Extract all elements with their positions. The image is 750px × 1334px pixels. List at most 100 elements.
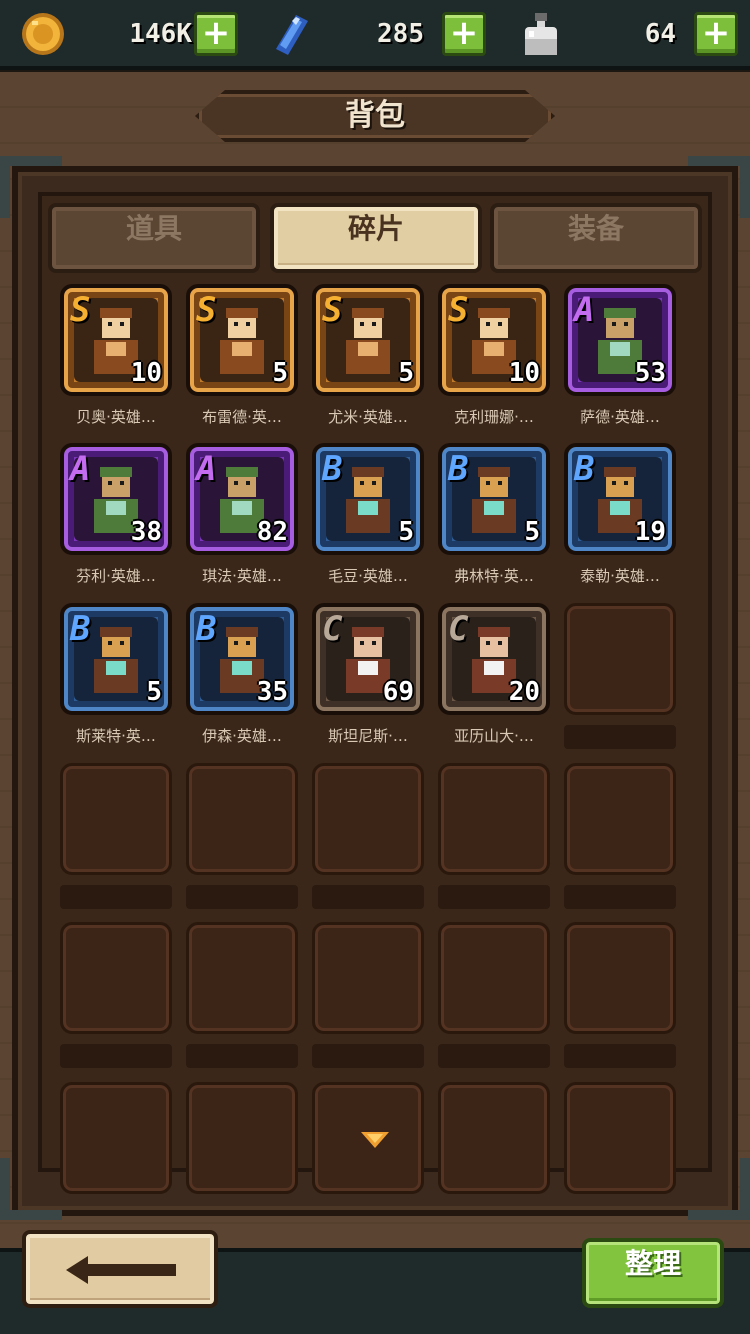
- empty-slot: [60, 922, 172, 1034]
- fragment-card[interactable]: B 19: [564, 443, 676, 555]
- rank-badge: B: [448, 449, 469, 489]
- gem-resource: 285 +: [262, 9, 492, 59]
- empty-name-bar: [186, 1044, 298, 1068]
- fragment-name: 克利珊娜·…: [454, 408, 534, 426]
- fragment-card[interactable]: C 69: [312, 603, 424, 715]
- fragment-name: 斯莱特·英…: [76, 727, 156, 745]
- empty-name-bar: [60, 1044, 172, 1068]
- fragment-card[interactable]: A 53: [564, 284, 676, 396]
- empty-name-bar: [312, 885, 424, 909]
- fragment-count: 5: [272, 358, 288, 388]
- gold-coin-icon: [22, 13, 64, 55]
- fragment-count: 19: [634, 517, 666, 547]
- fragment-card[interactable]: B5: [60, 603, 172, 715]
- rank-badge: C: [322, 609, 343, 649]
- fragment-name: 尤米·英雄…: [328, 408, 408, 426]
- empty-slot: [438, 1082, 550, 1194]
- tab-equipment[interactable]: 装备: [490, 203, 702, 273]
- fragment-card[interactable]: A 38: [60, 443, 172, 555]
- fragment-count: 5: [398, 358, 414, 388]
- rank-badge: C: [448, 609, 469, 649]
- gem-add-button[interactable]: +: [442, 12, 486, 56]
- fragment-count: 10: [130, 358, 162, 388]
- rank-badge: B: [322, 449, 343, 489]
- top-resource-bar: 146K + 285 + 64 +: [0, 0, 750, 70]
- rank-badge: S: [196, 290, 217, 330]
- fragment-count: 69: [382, 677, 414, 707]
- empty-slot: [186, 763, 298, 875]
- fragment-count: 35: [256, 677, 288, 707]
- fragment-count: 5: [524, 517, 540, 547]
- empty-slot: [312, 922, 424, 1034]
- empty-name-bar: [438, 885, 550, 909]
- potion-count: 64: [644, 19, 676, 49]
- fragment-card[interactable]: S5: [186, 284, 298, 396]
- fragment-name: 芬利·英雄…: [76, 567, 156, 585]
- blue-gem-icon: [276, 15, 308, 55]
- fragment-count: 38: [130, 517, 162, 547]
- empty-slot: [438, 922, 550, 1034]
- empty-slot: [564, 603, 676, 715]
- rank-badge: S: [70, 290, 91, 330]
- fragment-card[interactable]: B5: [312, 443, 424, 555]
- fragment-name: 弗林特·英…: [454, 567, 534, 585]
- fragment-count: 5: [398, 517, 414, 547]
- scroll-down-arrow-icon[interactable]: [361, 1132, 389, 1148]
- back-arrow-icon: [66, 1256, 176, 1284]
- fragment-count: 5: [146, 677, 162, 707]
- back-button[interactable]: [22, 1230, 218, 1308]
- empty-slot: [564, 922, 676, 1034]
- empty-slot: [312, 763, 424, 875]
- fragment-name: 布雷德·英…: [202, 408, 282, 426]
- fragment-card[interactable]: S 10: [438, 284, 550, 396]
- potion-bottle-icon: [525, 13, 557, 55]
- page-title: 背包: [345, 98, 405, 133]
- fragment-count: 20: [508, 677, 540, 707]
- gem-count: 285: [377, 19, 424, 49]
- fragment-card[interactable]: B 35: [186, 603, 298, 715]
- potion-resource: 64 +: [514, 9, 744, 59]
- fragment-count: 10: [508, 358, 540, 388]
- fragment-name: 贝奥·英雄…: [76, 408, 156, 426]
- sort-button[interactable]: 整理: [582, 1238, 724, 1308]
- potion-add-button[interactable]: +: [694, 12, 738, 56]
- rank-badge: S: [448, 290, 469, 330]
- rank-badge: A: [196, 449, 217, 489]
- empty-slot: [60, 1082, 172, 1194]
- fragment-card[interactable]: B5: [438, 443, 550, 555]
- tab-fragments[interactable]: 碎片: [270, 203, 482, 273]
- empty-name-bar: [186, 885, 298, 909]
- fragment-name: 毛豆·英雄…: [328, 567, 408, 585]
- empty-name-bar: [438, 1044, 550, 1068]
- fragment-card[interactable]: S 10: [60, 284, 172, 396]
- rank-badge: A: [70, 449, 91, 489]
- fragment-name: 琪法·英雄…: [202, 567, 282, 585]
- gold-add-button[interactable]: +: [194, 12, 238, 56]
- fragment-count: 82: [256, 517, 288, 547]
- gold-count: 146K: [129, 19, 192, 49]
- empty-name-bar: [312, 1044, 424, 1068]
- empty-slot: [438, 763, 550, 875]
- rank-badge: B: [574, 449, 595, 489]
- empty-name-bar: [564, 1044, 676, 1068]
- empty-slot: [60, 763, 172, 875]
- rank-badge: B: [70, 609, 91, 649]
- rank-badge: A: [574, 290, 595, 330]
- empty-slot: [186, 1082, 298, 1194]
- fragment-name: 伊森·英雄…: [202, 727, 282, 745]
- empty-slot: [186, 922, 298, 1034]
- gold-resource: 146K +: [14, 9, 244, 59]
- rank-badge: S: [322, 290, 343, 330]
- fragment-card[interactable]: S5: [312, 284, 424, 396]
- fragment-card[interactable]: A 82: [186, 443, 298, 555]
- empty-slot: [564, 763, 676, 875]
- tab-items[interactable]: 道具: [48, 203, 260, 273]
- fragment-name: 斯坦尼斯·…: [328, 727, 408, 745]
- empty-name-bar: [564, 725, 676, 749]
- fragment-card[interactable]: C 20: [438, 603, 550, 715]
- empty-slot: [564, 1082, 676, 1194]
- fragment-name: 萨德·英雄…: [580, 408, 660, 426]
- empty-name-bar: [60, 885, 172, 909]
- rank-badge: B: [196, 609, 217, 649]
- empty-name-bar: [564, 885, 676, 909]
